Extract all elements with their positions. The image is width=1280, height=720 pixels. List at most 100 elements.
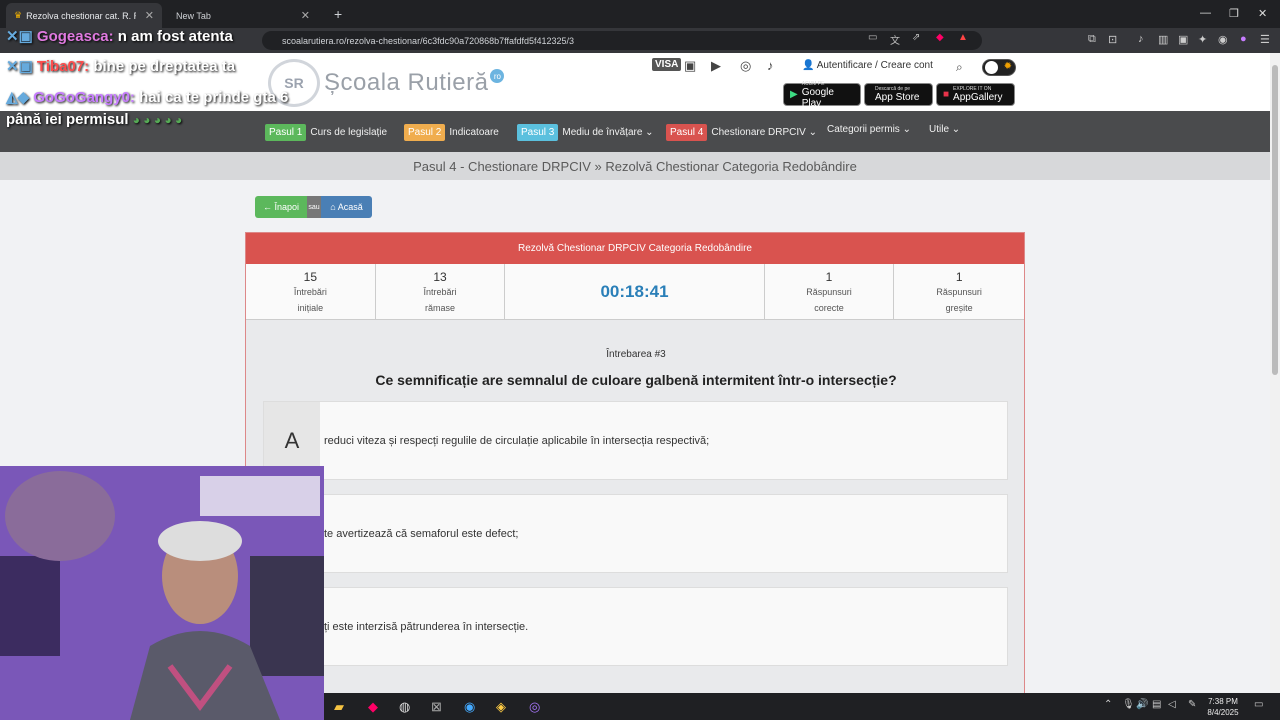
home-button[interactable]: ⌂ Acasă: [321, 196, 372, 218]
page-scrollbar[interactable]: [1270, 53, 1280, 693]
steam-icon[interactable]: ◍: [399, 699, 410, 715]
extension-icon[interactable]: ⧉: [1088, 33, 1096, 46]
question-text: Ce semnificație are semnalul de culoare …: [375, 372, 897, 388]
xbox-icon[interactable]: ⊠: [431, 699, 442, 715]
answer-c[interactable]: C ți este interzisă pătrunderea în inter…: [263, 587, 1008, 666]
chevron-up-icon[interactable]: ⌃: [1104, 699, 1112, 710]
site-logo[interactable]: SR Școala Rutieră ro: [268, 59, 505, 107]
stat-label: rămase: [425, 303, 456, 313]
plus-icon[interactable]: +: [334, 6, 342, 22]
restore-icon[interactable]: ❐: [1229, 7, 1239, 20]
tab-active[interactable]: ♛ Rezolva chestionar cat. R. Redob. ✕: [6, 3, 162, 28]
clock[interactable]: 7:38 PM 8/4/2025: [1200, 696, 1246, 718]
nav-badge: Pasul 2: [404, 124, 446, 141]
stat-remaining: 13 Întrebări rămase: [376, 264, 506, 319]
breadcrumb: Pasul 4 - Chestionare DRPCIV » Rezolvă C…: [0, 152, 1270, 180]
close-icon[interactable]: ✕: [145, 9, 154, 22]
tab-new[interactable]: New Tab ✕: [168, 3, 318, 28]
game-icon[interactable]: ◈: [496, 699, 506, 715]
minimize-icon[interactable]: —: [1200, 7, 1211, 19]
breadcrumb-separator: »: [590, 158, 606, 174]
webcam-overlay: [0, 466, 324, 720]
nav-label: Utile ⌄: [929, 124, 961, 135]
chat-text: până iei permisul: [6, 111, 129, 128]
nav-label: Chestionare DRPCIV ⌄: [711, 127, 817, 138]
stat-label: Întrebări: [293, 287, 327, 297]
nav-utile[interactable]: Utile ⌄: [929, 124, 960, 135]
volume-icon[interactable]: ◁: [1168, 699, 1176, 710]
answer-a[interactable]: A reduci viteza și respecți regulile de …: [263, 401, 1008, 480]
clock-time: 7:38 PM: [1208, 697, 1238, 706]
vpn-icon[interactable]: ●: [1240, 33, 1247, 45]
notification-icon[interactable]: ▭: [1254, 699, 1263, 710]
nav-categorii-permis[interactable]: Categorii permis ⌄: [827, 124, 911, 135]
nav-badge: Pasul 4: [666, 124, 708, 141]
obs-icon[interactable]: ◎: [529, 699, 540, 715]
mic-icon[interactable]: 🎙: [1122, 699, 1135, 710]
chat-message: ✕▣ Tiba07: bine pe dreptatea ta: [6, 57, 235, 75]
stat-label: greșite: [945, 303, 973, 313]
store-label: Google Play: [801, 86, 834, 109]
cast-icon[interactable]: ▭: [868, 32, 877, 43]
store-label: AppGallery: [953, 92, 1003, 103]
network-icon[interactable]: ▤: [1152, 699, 1161, 710]
stat-label: Răspunsuri: [936, 287, 982, 297]
speaker-icon[interactable]: 🔊: [1136, 699, 1148, 710]
favicon-icon: ♛: [14, 10, 23, 20]
ai-icon[interactable]: ✦: [1198, 33, 1207, 46]
app-gallery-button[interactable]: ■ EXPLORE IT ON AppGallery: [936, 83, 1015, 106]
nav-pasul-2[interactable]: Pasul 2 Indicatoare: [404, 124, 499, 141]
answer-b[interactable]: B te avertizează că semaforul este defec…: [263, 494, 1008, 573]
translate-icon[interactable]: 文: [890, 32, 900, 47]
folder-icon[interactable]: ▰: [334, 699, 344, 715]
nav-badge: Pasul 1: [265, 124, 307, 141]
shield-icon[interactable]: ◆: [936, 32, 944, 43]
nav-pasul-4[interactable]: Pasul 4 Chestionare DRPCIV ⌄: [666, 124, 817, 141]
logo-badge: ro: [490, 69, 505, 83]
stat-value: 13: [433, 270, 447, 284]
stat-correct: 1 Răspunsuri corecte: [765, 264, 895, 319]
quiz-stats: 15 Întrebări inițiale 13 Întrebări rămas…: [246, 264, 1024, 320]
window-close-icon[interactable]: ✕: [1258, 7, 1267, 20]
nav-label: Indicatoare: [449, 127, 499, 138]
chat-text: bine pe dreptatea ta: [93, 58, 236, 75]
sidebar-icon[interactable]: ▥: [1158, 33, 1168, 46]
sun-icon: ✹: [1003, 61, 1012, 72]
stat-wrong: 1 Răspunsuri greșite: [894, 264, 1024, 319]
nav-pasul-3[interactable]: Pasul 3 Mediu de învățare ⌄: [517, 124, 654, 141]
breadcrumb-link[interactable]: Pasul 4 - Chestionare DRPCIV: [413, 159, 591, 174]
chat-message: până iei permisul ◕ ◕ ◕ ◕ ◕: [6, 111, 182, 128]
share-icon[interactable]: ⇗: [912, 32, 920, 43]
nav-badge: Pasul 3: [517, 124, 559, 141]
app-icon[interactable]: ◉: [464, 699, 475, 715]
visa-icon[interactable]: VISA: [652, 58, 682, 71]
warning-icon[interactable]: ▲: [958, 32, 968, 43]
menu-icon[interactable]: ☰: [1260, 33, 1270, 46]
stat-value: 15: [303, 270, 318, 284]
tiktok-icon[interactable]: ♪: [767, 58, 774, 73]
close-icon[interactable]: ✕: [301, 9, 310, 22]
browser-icon[interactable]: ◆: [368, 699, 378, 715]
wallet-icon[interactable]: ▣: [1178, 33, 1188, 46]
pen-icon[interactable]: ✎: [1188, 699, 1196, 710]
theme-toggle[interactable]: ✹: [982, 59, 1016, 76]
login-link[interactable]: 👤 Autentificare / Creare cont: [802, 60, 933, 71]
screenshot-icon[interactable]: ⊡: [1108, 33, 1117, 46]
instagram-icon[interactable]: ◎: [740, 58, 751, 74]
app-store-button[interactable]: Descarcă de pe App Store: [864, 83, 933, 106]
nav-pasul-1[interactable]: Pasul 1 Curs de legislație: [265, 124, 387, 141]
chat-badge-icon: ✕▣: [6, 58, 33, 75]
question-number: Întrebarea #3: [606, 349, 666, 360]
youtube-icon[interactable]: ▶: [711, 58, 721, 74]
search-icon[interactable]: ⌕: [956, 60, 963, 75]
scroll-thumb[interactable]: [1272, 65, 1278, 375]
music-icon[interactable]: ♪: [1138, 33, 1144, 45]
google-play-button[interactable]: ▶ ACUM PE Google Play: [783, 81, 861, 109]
chat-user: GoGoGangy0:: [33, 89, 135, 106]
stat-label: inițiale: [297, 303, 324, 313]
profile-icon[interactable]: ◉: [1218, 33, 1228, 46]
facebook-icon[interactable]: ▣: [684, 58, 696, 74]
breadcrumb-current: Rezolvă Chestionar Categoria Redobândire: [605, 158, 857, 174]
back-button[interactable]: ← Înapoi: [255, 196, 307, 218]
stat-label: corecte: [814, 303, 844, 313]
